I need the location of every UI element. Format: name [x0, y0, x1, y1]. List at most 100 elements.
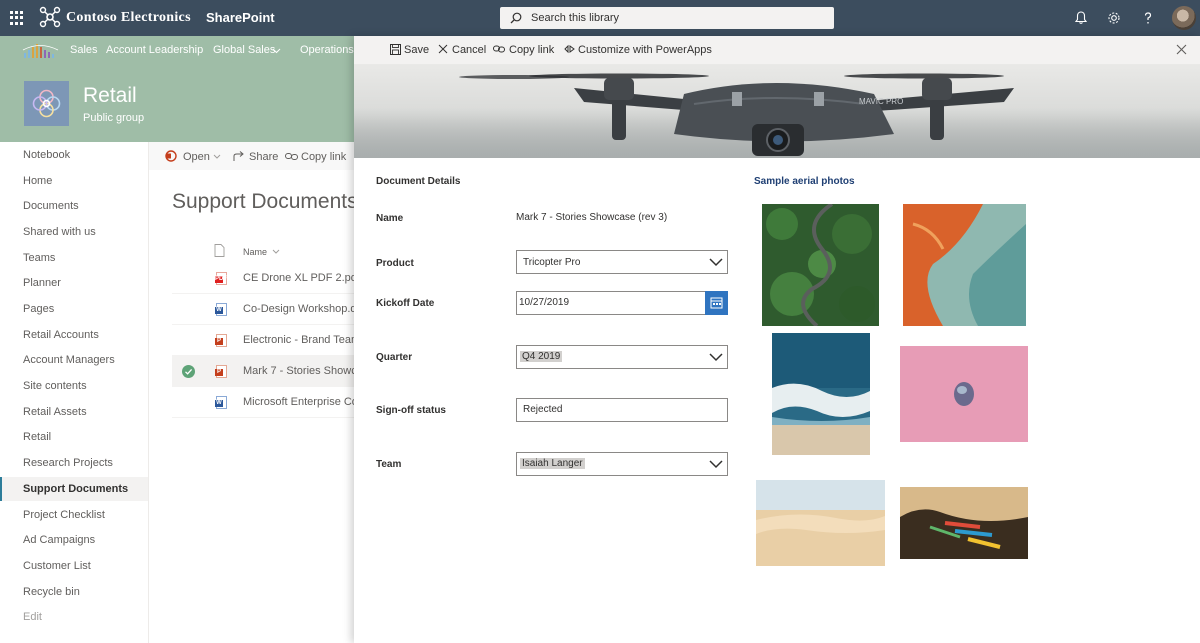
site-subtitle: Public group: [83, 112, 145, 124]
file-type-header-icon[interactable]: [214, 244, 225, 257]
save-button[interactable]: Save: [390, 44, 430, 56]
table-row[interactable]: P Mark 7 - Stories Showcase (rev 3): [172, 356, 354, 387]
search-box[interactable]: Search this library: [500, 7, 834, 29]
nav-item-retail-accounts[interactable]: Retail Accounts: [0, 323, 148, 347]
chevron-down-icon[interactable]: [272, 48, 281, 54]
team-dropdown[interactable]: Isaiah Langer: [516, 452, 728, 476]
hub-item-global-sales[interactable]: Global Sales: [213, 44, 275, 56]
nav-item-customer-list[interactable]: Customer List: [0, 554, 148, 578]
file-name[interactable]: Microsoft Enterprise Content: [243, 396, 354, 408]
open-button[interactable]: Open: [183, 151, 210, 163]
quarter-label: Quarter: [376, 352, 413, 363]
panel-toolbar: Save Cancel Copy link Customize with Pow…: [354, 36, 1200, 64]
link-icon: [493, 45, 505, 53]
help-icon[interactable]: [1140, 10, 1156, 26]
table-row[interactable]: W Co-Design Workshop.docx: [172, 294, 354, 325]
aerial-photo-ocean-waves[interactable]: [772, 333, 870, 455]
cancel-label: Cancel: [452, 44, 487, 56]
signoff-status-label: Sign-off status: [376, 405, 446, 416]
suite-bar: Contoso Electronics SharePoint Search th…: [0, 0, 1200, 36]
gear-icon[interactable]: [1106, 10, 1122, 26]
library-title: Support Documents: [172, 190, 358, 213]
site-logo[interactable]: [24, 81, 69, 126]
nav-item-recycle-bin[interactable]: Recycle bin: [0, 580, 148, 604]
nav-item-notebook[interactable]: Notebook: [0, 143, 148, 167]
calendar-button[interactable]: [705, 291, 728, 315]
powerpoint-icon: P: [215, 365, 227, 378]
aerial-photo-boats-beach[interactable]: [900, 487, 1028, 559]
check-icon[interactable]: [182, 365, 195, 378]
left-navigation: Notebook Home Documents Shared with us T…: [0, 142, 149, 643]
pdf-icon: PDF: [215, 272, 227, 285]
app-name[interactable]: SharePoint: [206, 10, 275, 25]
signoff-status-value: Rejected: [523, 404, 563, 415]
copy-link-button[interactable]: Copy link: [301, 151, 346, 163]
nav-item-home[interactable]: Home: [0, 169, 148, 193]
name-value: Mark 7 - Stories Showcase (rev 3): [516, 212, 668, 223]
save-label: Save: [404, 44, 430, 56]
chevron-down-icon: [709, 258, 723, 267]
drone-brand-text: MAVIC PRO: [859, 97, 903, 106]
column-header-name[interactable]: Name: [243, 247, 267, 257]
powerpoint-icon: P: [215, 334, 227, 347]
share-button[interactable]: Share: [249, 151, 278, 163]
signoff-status-field[interactable]: Rejected: [516, 398, 728, 422]
customize-powerapps-button[interactable]: Customize with PowerApps: [564, 44, 712, 56]
close-icon: [438, 44, 448, 54]
close-panel-icon[interactable]: [1176, 44, 1187, 55]
drone-hero-image: MAVIC PRO: [354, 64, 1200, 158]
nav-item-retail[interactable]: Retail: [0, 425, 148, 449]
drone-image: MAVIC PRO: [459, 73, 1014, 156]
quarter-value: Q4 2019: [520, 351, 563, 362]
file-name[interactable]: CE Drone XL PDF 2.pdf: [243, 272, 354, 284]
table-row[interactable]: P Electronic - Brand Team Campaign: [172, 325, 354, 356]
product-label: Product: [376, 258, 414, 269]
copy-link-button[interactable]: Copy link: [493, 44, 554, 56]
hub-item-account-leadership[interactable]: Account Leadership: [106, 44, 203, 56]
quarter-dropdown[interactable]: Q4 2019: [516, 345, 728, 369]
nav-item-edit[interactable]: Edit: [0, 605, 148, 629]
site-title[interactable]: Retail: [83, 84, 137, 108]
user-avatar[interactable]: [1172, 6, 1196, 30]
nav-item-project-checklist[interactable]: Project Checklist: [0, 503, 148, 527]
nav-item-shared-with-us[interactable]: Shared with us: [0, 220, 148, 244]
name-label: Name: [376, 213, 404, 224]
nav-item-support-documents[interactable]: Support Documents: [0, 477, 148, 501]
hub-item-sales[interactable]: Sales: [70, 44, 98, 56]
aerial-photo-desert[interactable]: [756, 480, 885, 566]
nav-item-pages[interactable]: Pages: [0, 297, 148, 321]
nav-item-teams[interactable]: Teams: [0, 246, 148, 270]
aerial-photo-orange-coast[interactable]: [903, 204, 1026, 326]
file-name[interactable]: Mark 7 - Stories Showcase (rev 3): [243, 365, 354, 377]
product-value: Tricopter Pro: [523, 257, 581, 268]
contoso-logo-icon: [39, 6, 61, 28]
chevron-down-icon: [709, 353, 723, 362]
aerial-photo-pink-lake[interactable]: [900, 346, 1028, 442]
nav-item-documents[interactable]: Documents: [0, 194, 148, 218]
chevron-down-icon[interactable]: [272, 249, 280, 254]
nav-item-planner[interactable]: Planner: [0, 271, 148, 295]
product-dropdown[interactable]: Tricopter Pro: [516, 250, 728, 274]
nav-item-ad-campaigns[interactable]: Ad Campaigns: [0, 528, 148, 552]
powerpoint-icon: [165, 150, 177, 162]
app-launcher-icon[interactable]: [10, 11, 24, 25]
nav-item-account-managers[interactable]: Account Managers: [0, 348, 148, 372]
hub-item-operations[interactable]: Operations: [300, 44, 354, 56]
chevron-down-icon: [709, 460, 723, 469]
kickoff-date-picker[interactable]: 10/27/2019: [516, 291, 728, 315]
aerial-photo-forest-road[interactable]: [762, 204, 879, 326]
nav-item-retail-assets[interactable]: Retail Assets: [0, 400, 148, 424]
file-name[interactable]: Co-Design Workshop.docx: [243, 303, 354, 315]
table-row[interactable]: W Microsoft Enterprise Content: [172, 387, 354, 418]
search-input[interactable]: Search this library: [531, 12, 619, 24]
hub-logo-icon[interactable]: [22, 41, 62, 59]
nav-item-site-contents[interactable]: Site contents: [0, 374, 148, 398]
cancel-button[interactable]: Cancel: [438, 44, 487, 56]
nav-item-research-projects[interactable]: Research Projects: [0, 451, 148, 475]
file-name[interactable]: Electronic - Brand Team Campaign: [243, 334, 354, 346]
brand-name[interactable]: Contoso Electronics: [66, 10, 191, 26]
bell-icon[interactable]: [1073, 10, 1089, 26]
site-logo-icon: [32, 89, 61, 118]
table-row[interactable]: PDF CE Drone XL PDF 2.pdf: [172, 263, 354, 294]
chevron-down-icon[interactable]: [213, 154, 221, 159]
